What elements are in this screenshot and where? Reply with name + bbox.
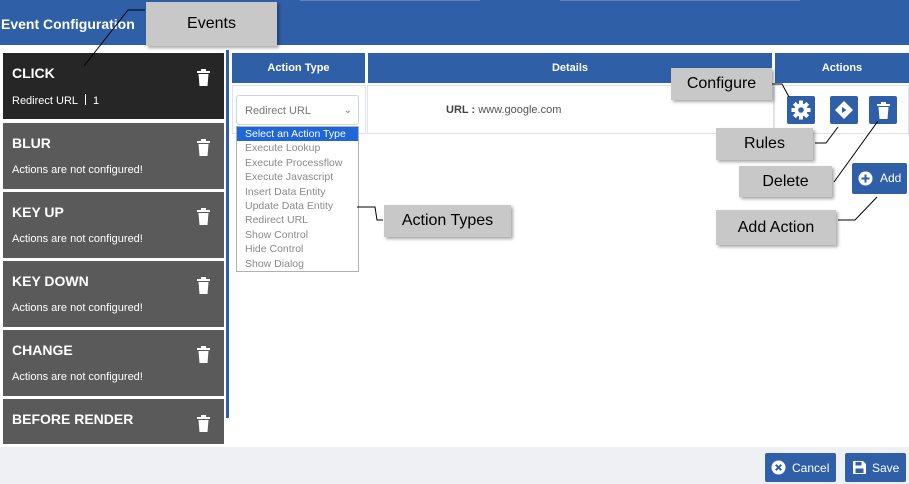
dropdown-option[interactable]: Execute Lookup <box>237 141 358 155</box>
dropdown-option[interactable]: Execute Javascript <box>237 170 358 184</box>
event-summary: Redirect URL 1 <box>12 94 99 107</box>
event-item-click[interactable]: CLICK Redirect URL 1 <box>3 53 224 119</box>
dropdown-option[interactable]: Update Data Entity <box>237 199 358 213</box>
dropdown-option[interactable]: Show Control <box>237 228 358 242</box>
event-status: Actions are not configured! <box>12 302 143 314</box>
details-url: www.google.com <box>478 104 562 116</box>
action-type-value: Redirect URL <box>245 105 312 117</box>
column-header-actions: Actions <box>775 53 909 83</box>
callout-action-types: Action Types <box>384 205 511 237</box>
event-item-key-up[interactable]: KEY UP Actions are not configured! <box>3 192 224 258</box>
cancel-button-label: Cancel <box>792 461 830 475</box>
column-header-action-type: Action Type <box>232 53 365 83</box>
dropdown-option[interactable]: Hide Control <box>237 242 358 256</box>
trash-icon[interactable] <box>196 69 211 86</box>
chevron-down-icon: ⌄ <box>343 105 352 116</box>
callout-events: Events <box>146 2 277 46</box>
event-name: BLUR <box>12 135 51 151</box>
action-type-select[interactable]: Redirect URL ⌄ <box>236 95 359 125</box>
details-text: URL : www.google.com <box>446 104 561 116</box>
add-button-label: Add <box>880 171 902 185</box>
callout-delete: Delete <box>739 166 832 197</box>
cancel-button[interactable]: Cancel <box>765 453 836 482</box>
dropdown-option[interactable]: Redirect URL <box>237 213 358 227</box>
event-name: CLICK <box>12 65 55 81</box>
save-button[interactable]: Save <box>845 453 906 482</box>
trash-icon[interactable] <box>196 346 211 363</box>
event-item-key-down[interactable]: KEY DOWN Actions are not configured! <box>3 261 224 327</box>
callout-configure: Configure <box>671 68 772 100</box>
header-divider <box>300 0 480 1</box>
dropdown-option[interactable]: Execute Processflow <box>237 156 358 170</box>
event-name: BEFORE RENDER <box>12 411 134 427</box>
event-item-blur[interactable]: BLUR Actions are not configured! <box>3 123 224 189</box>
trash-icon[interactable] <box>196 277 211 294</box>
plus-circle-icon <box>858 171 873 186</box>
event-item-before-render[interactable]: BEFORE RENDER <box>3 399 224 444</box>
event-status: Actions are not configured! <box>12 164 143 176</box>
action-type-dropdown[interactable]: Select an Action Type Execute Lookup Exe… <box>236 126 359 272</box>
diamond-rules-icon <box>835 101 853 119</box>
floppy-disk-icon <box>853 461 866 474</box>
delete-action-button[interactable] <box>869 96 897 124</box>
trash-icon[interactable] <box>196 208 211 225</box>
event-name: KEY DOWN <box>12 273 89 289</box>
event-name: CHANGE <box>12 342 73 358</box>
trash-icon[interactable] <box>196 139 211 156</box>
x-circle-icon <box>771 460 786 475</box>
details-label: URL : <box>446 104 476 116</box>
event-action: Redirect URL <box>12 95 79 107</box>
callout-add-action: Add Action <box>716 210 836 245</box>
event-name: KEY UP <box>12 204 64 220</box>
rules-button[interactable] <box>830 96 858 124</box>
event-item-change[interactable]: CHANGE Actions are not configured! <box>3 330 224 396</box>
save-button-label: Save <box>872 461 900 475</box>
dropdown-option[interactable]: Insert Data Entity <box>237 185 358 199</box>
dropdown-option-selected[interactable]: Select an Action Type <box>237 127 358 142</box>
dropdown-option[interactable]: Show Dialog <box>237 257 358 271</box>
event-status: Actions are not configured! <box>12 371 143 383</box>
events-scrollbar[interactable] <box>226 50 229 418</box>
trash-icon[interactable] <box>196 415 211 432</box>
callout-rules: Rules <box>716 128 813 160</box>
header-bar: Event Configuration <box>0 0 909 45</box>
trash-icon <box>876 101 890 119</box>
separator <box>85 94 87 105</box>
gear-icon <box>791 100 811 120</box>
add-action-button[interactable]: Add <box>852 163 907 194</box>
configure-button[interactable] <box>787 96 815 124</box>
header-divider <box>560 0 800 1</box>
event-action-count: 1 <box>93 95 100 107</box>
page-title: Event Configuration <box>1 16 135 32</box>
event-status: Actions are not configured! <box>12 233 143 245</box>
